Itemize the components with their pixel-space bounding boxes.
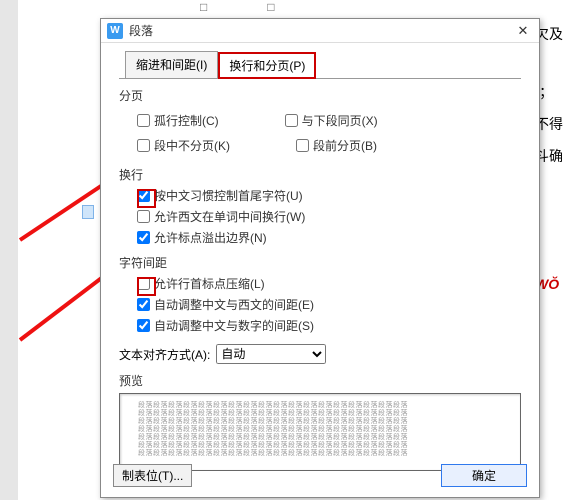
compress-punct-checkbox[interactable]: 允许行首标点压缩(L) bbox=[137, 275, 521, 292]
page-gutter bbox=[0, 0, 18, 500]
titlebar: W 段落 ✕ bbox=[101, 19, 539, 43]
close-button[interactable]: ✕ bbox=[507, 19, 539, 43]
keep-with-next-checkbox[interactable]: 与下段同页(X) bbox=[285, 112, 378, 129]
preview-title: 预览 bbox=[119, 372, 521, 389]
asian-line-break-checkbox[interactable]: 按中文习惯控制首尾字符(U) bbox=[137, 187, 521, 204]
pagination-title: 分页 bbox=[119, 87, 521, 104]
tab-strip: 缩进和间距(I) 换行和分页(P) bbox=[125, 51, 521, 78]
widow-control-checkbox[interactable]: 孤行控制(C) bbox=[137, 112, 219, 129]
page-thumb-icon bbox=[82, 205, 94, 219]
text-alignment-select[interactable]: 自动 bbox=[216, 344, 326, 364]
ok-button[interactable]: 确定 bbox=[441, 464, 527, 487]
auto-space-cn-num-checkbox[interactable]: 自动调整中文与数字的间距(S) bbox=[137, 317, 521, 334]
ruler: □□ bbox=[200, 0, 335, 14]
text-alignment-label: 文本对齐方式(A): bbox=[119, 346, 210, 363]
section-pagination: 分页 孤行控制(C) 与下段同页(X) 段中不分页(K) 段前分页(B) bbox=[119, 87, 521, 158]
page-break-before-checkbox[interactable]: 段前分页(B) bbox=[296, 137, 377, 154]
preview-box: 段落段落段落段落段落段落段落段落段落段落段落段落段落段落段落段落段落段落 段落段… bbox=[119, 393, 521, 471]
section-char-spacing: 字符间距 允许行首标点压缩(L) 自动调整中文与西文的间距(E) 自动调整中文与… bbox=[119, 254, 521, 334]
text-alignment-row: 文本对齐方式(A): 自动 bbox=[119, 344, 521, 364]
auto-space-cn-en-checkbox[interactable]: 自动调整中文与西文的间距(E) bbox=[137, 296, 521, 313]
dialog-title: 段落 bbox=[129, 22, 153, 39]
app-icon: W bbox=[107, 23, 123, 39]
dialog-footer: 制表位(T)... 确定 bbox=[113, 464, 527, 487]
tab-indent-spacing[interactable]: 缩进和间距(I) bbox=[125, 51, 218, 78]
charspacing-title: 字符间距 bbox=[119, 254, 521, 271]
linebreak-title: 换行 bbox=[119, 166, 521, 183]
tabstops-button[interactable]: 制表位(T)... bbox=[113, 464, 192, 487]
paragraph-dialog: W 段落 ✕ 缩进和间距(I) 换行和分页(P) 分页 孤行控制(C) 与下段同… bbox=[100, 18, 540, 498]
section-line-break: 换行 按中文习惯控制首尾字符(U) 允许西文在单词中间换行(W) 允许标点溢出边… bbox=[119, 166, 521, 246]
keep-lines-together-checkbox[interactable]: 段中不分页(K) bbox=[137, 137, 230, 154]
latin-word-wrap-checkbox[interactable]: 允许西文在单词中间换行(W) bbox=[137, 208, 521, 225]
hanging-punct-checkbox[interactable]: 允许标点溢出边界(N) bbox=[137, 229, 521, 246]
tab-line-page-breaks[interactable]: 换行和分页(P) bbox=[218, 52, 316, 79]
section-preview: 预览 段落段落段落段落段落段落段落段落段落段落段落段落段落段落段落段落段落段落 … bbox=[119, 372, 521, 471]
